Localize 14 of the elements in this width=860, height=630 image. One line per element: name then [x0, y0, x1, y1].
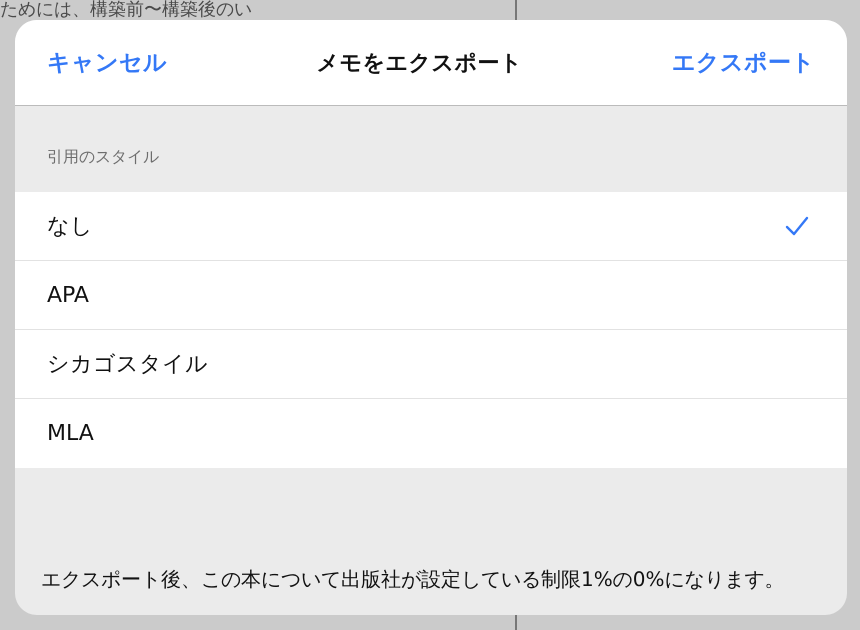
- option-row[interactable]: シカゴスタイル: [15, 330, 847, 399]
- option-label: MLA: [47, 421, 94, 446]
- section-header: 引用のスタイル: [47, 147, 159, 168]
- dialog-title: メモをエクスポート: [316, 50, 522, 78]
- page-text-line: ためには、構築前〜構築後のい: [0, 0, 252, 20]
- option-label: シカゴスタイル: [47, 351, 208, 379]
- footer-note: エクスポート後、この本について出版社が設定している制限1%の0%になります。: [41, 566, 786, 593]
- export-button[interactable]: エクスポート: [672, 47, 815, 78]
- option-row[interactable]: MLA: [15, 399, 847, 468]
- option-label: APA: [47, 282, 89, 308]
- option-row[interactable]: なし: [15, 192, 847, 261]
- option-label: なし: [47, 213, 93, 241]
- cancel-button[interactable]: キャンセル: [47, 47, 167, 78]
- option-row[interactable]: APA: [15, 261, 847, 330]
